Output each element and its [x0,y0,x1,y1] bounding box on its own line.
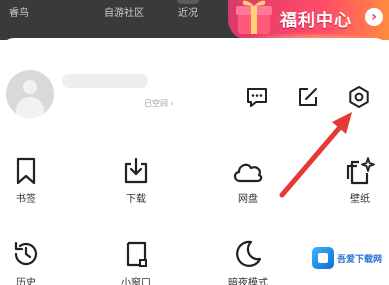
cloud-icon [233,163,263,183]
avatar[interactable] [6,70,54,118]
grid-label-dark-mode: 暗夜模式 [228,278,268,285]
message-icon[interactable] [244,84,270,110]
profile-link[interactable]: 已空间 › [144,98,174,109]
top-tab-label: 睿鸟 [9,7,29,19]
gift-box-icon [236,0,272,34]
bookmark-icon [16,157,36,185]
welfare-center-label: 福利中心 [280,11,352,31]
grid-label-download: 下载 [126,194,146,205]
top-tab-1[interactable]: 睿鸟 [0,0,38,22]
grid-label-history: 历史 [16,278,36,285]
username-blurred[interactable] [62,74,148,88]
watermark: 吾爱下载网 [308,242,389,276]
top-tab-3[interactable]: 近况 [168,0,208,22]
grid-item-bookmark[interactable]: 书签 [0,156,52,205]
window-icon [126,241,147,267]
edit-icon[interactable] [295,84,321,110]
watermark-text: 吾爱下载网 [337,255,383,265]
wallpaper-icon [346,157,375,185]
grid-label-cloud: 网盘 [238,194,258,205]
grid-label-wallpaper: 壁纸 [350,194,370,205]
welfare-center-banner[interactable]: 福利中心 › [228,0,389,40]
grid-item-download[interactable]: 下载 [110,156,162,205]
moon-icon [236,240,262,267]
avatar-head [23,80,37,94]
grid-item-wallpaper[interactable]: 壁纸 [334,156,386,205]
top-tab-2[interactable]: 自游社区 [84,0,164,22]
grid-item-dark-mode[interactable]: 暗夜模式 [222,238,274,285]
top-bar: 睿鸟 自游社区 近况 福利中心 › [0,0,389,40]
history-icon [14,241,38,266]
grid-label-bookmark: 书签 [16,194,36,205]
download-icon [124,157,148,184]
avatar-body [16,97,44,118]
grid-label-window: 小窗口 [121,278,151,285]
grid-item-history[interactable]: 历史 [0,238,52,285]
settings-icon[interactable] [346,84,372,110]
top-tab-label: 近况 [178,7,198,19]
grid-item-cloud[interactable]: 网盘 [222,156,274,205]
chevron-right-icon: › [365,8,383,26]
tab-indicator [177,0,199,4]
grid-item-window[interactable]: 小窗口 [110,238,162,285]
top-tab-label: 自游社区 [104,7,144,19]
watermark-logo-icon [312,247,334,269]
